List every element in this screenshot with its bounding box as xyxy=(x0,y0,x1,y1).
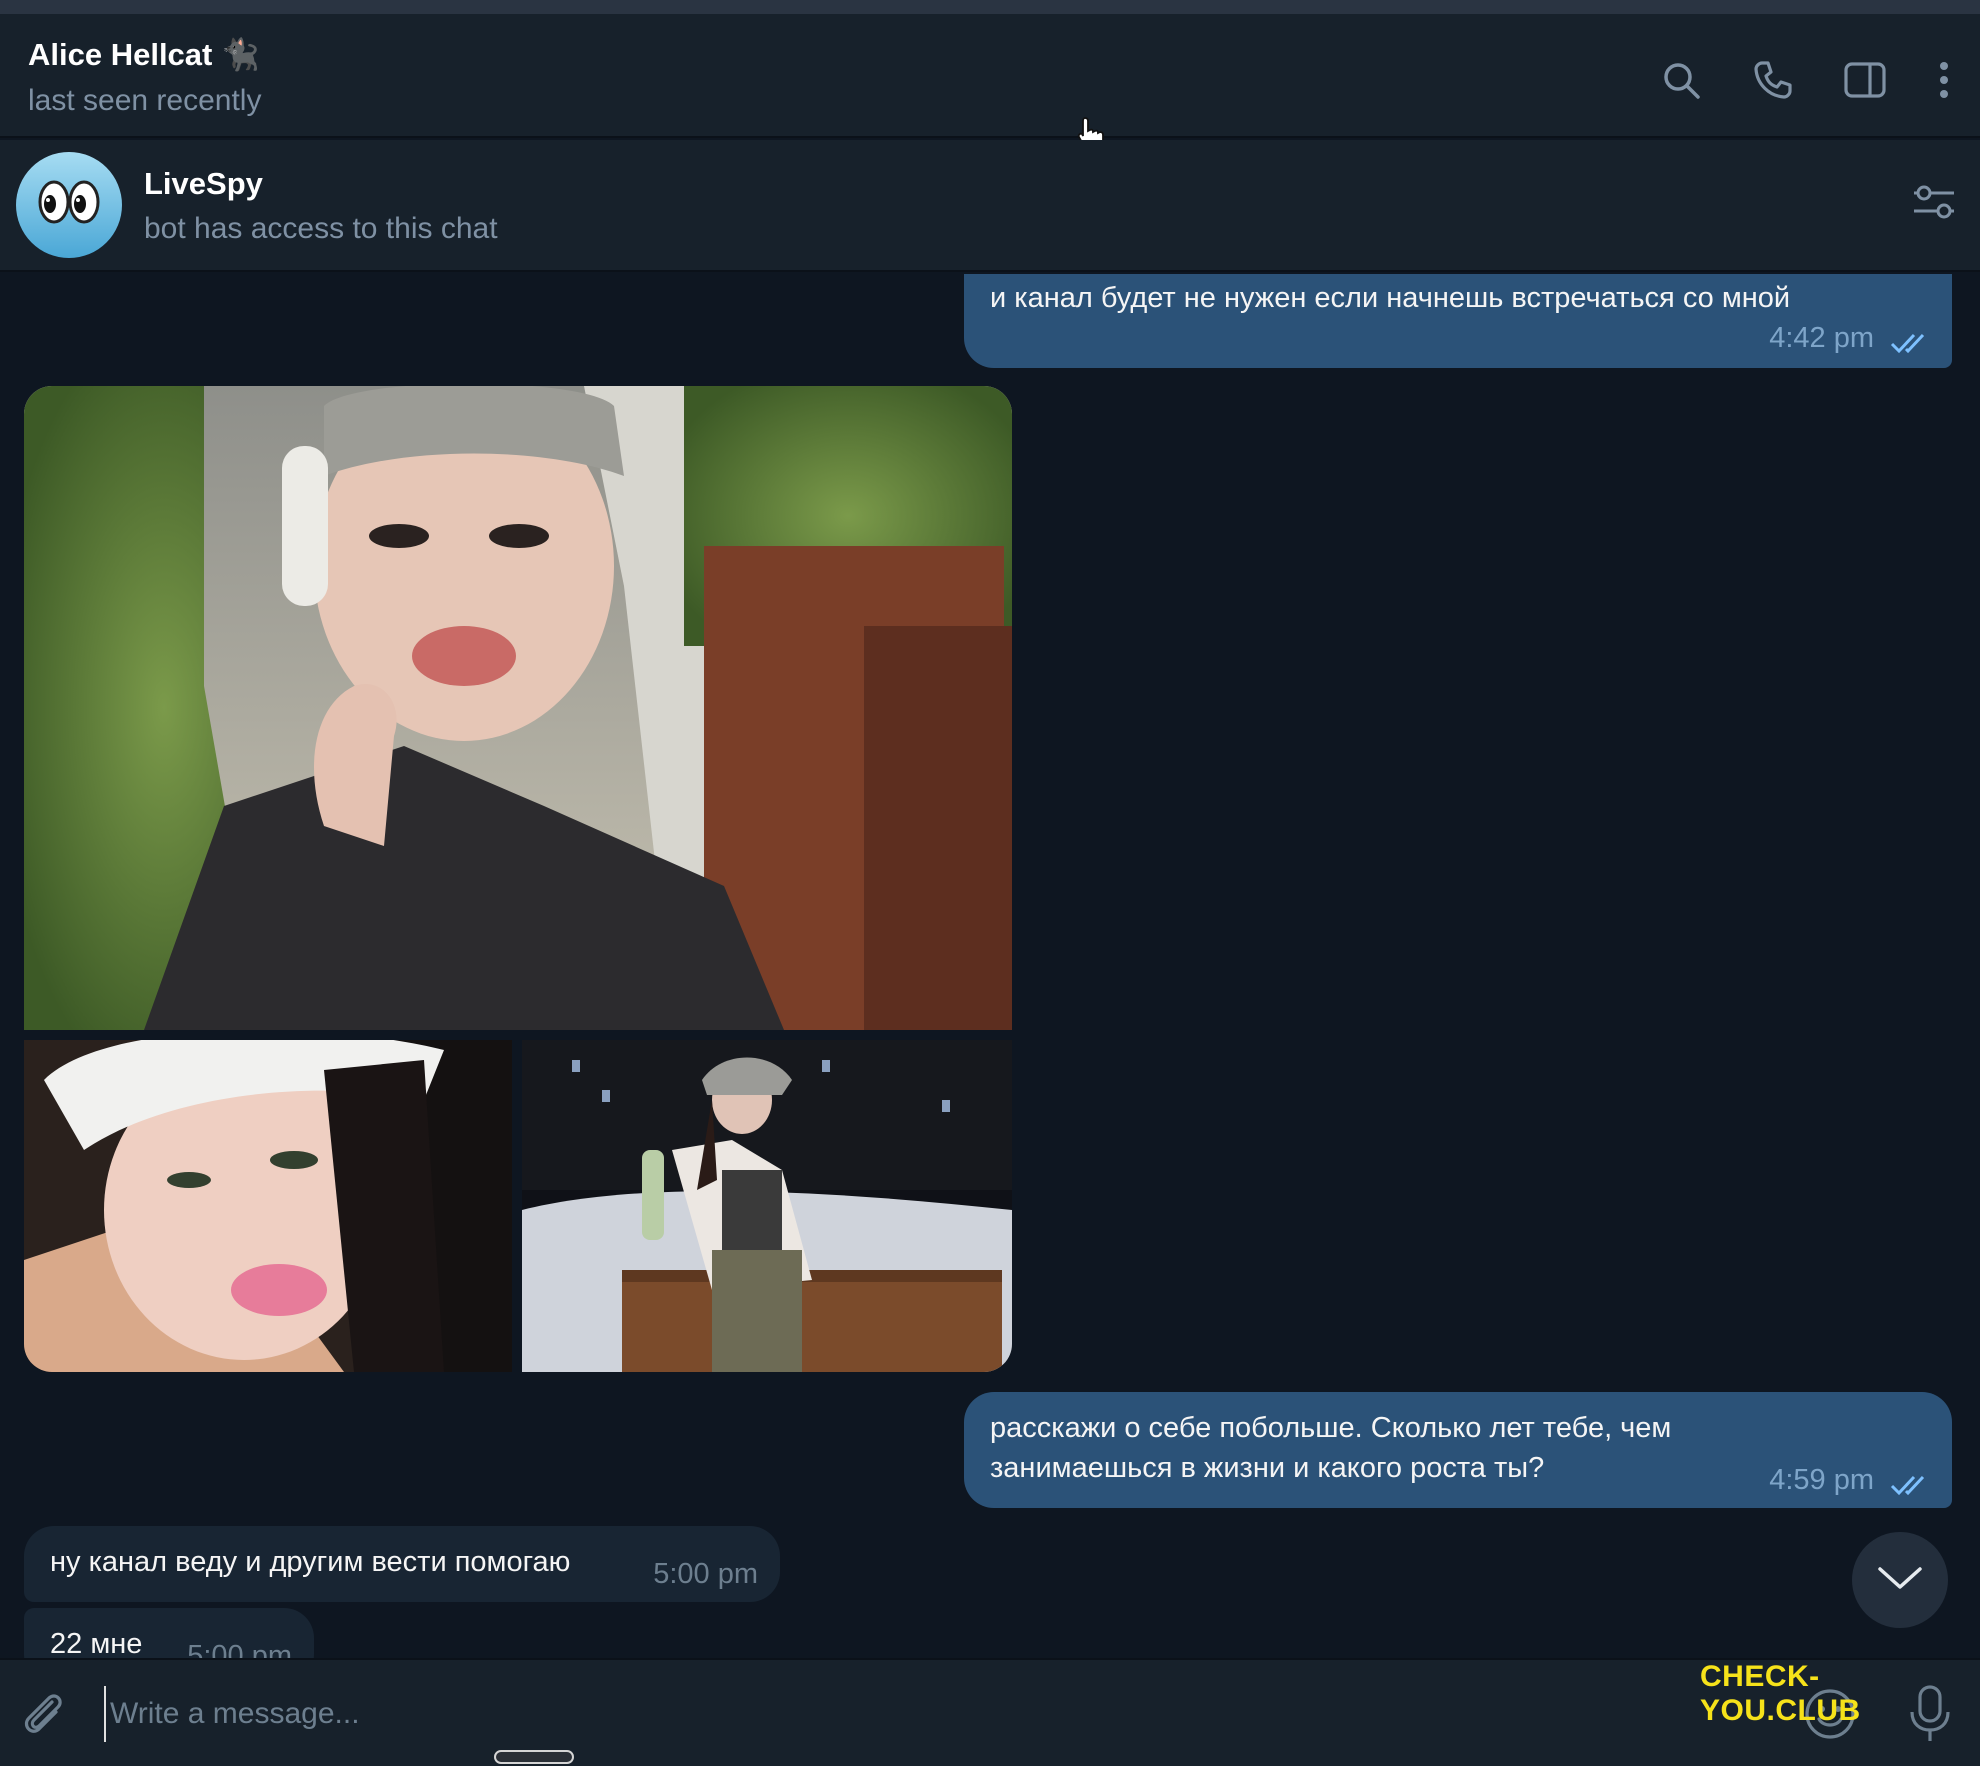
message-time: 5:00 pm xyxy=(187,1640,292,1658)
sidebar-toggle-icon[interactable] xyxy=(1842,57,1888,103)
message-text: 22 мне xyxy=(50,1628,143,1658)
message-composer xyxy=(0,1658,1980,1766)
message-text: и канал будет не нужен если начнешь встр… xyxy=(990,282,1791,314)
home-indicator xyxy=(494,1750,574,1764)
phone-icon[interactable] xyxy=(1750,57,1796,103)
message-time: 4:59 pm xyxy=(1769,1464,1874,1496)
chat-header[interactable]: Alice Hellcat 🐈‍⬛ last seen recently xyxy=(0,14,1980,138)
photo-selfie-cap[interactable] xyxy=(24,1040,512,1372)
more-vertical-icon[interactable] xyxy=(1934,57,1954,103)
photo-night-bench[interactable] xyxy=(522,1040,1012,1372)
telegram-window: Alice Hellcat 🐈‍⬛ last seen recently xyxy=(0,0,1980,1766)
double-check-icon xyxy=(1890,326,1934,366)
chevron-down-icon xyxy=(1877,1565,1923,1596)
paperclip-icon[interactable] xyxy=(18,1688,68,1743)
search-icon[interactable] xyxy=(1658,57,1704,103)
double-check-icon xyxy=(1890,1468,1934,1508)
scroll-to-bottom-button[interactable] xyxy=(1852,1532,1948,1628)
bot-access-subtitle: bot has access to this chat xyxy=(144,212,498,245)
header-actions xyxy=(1658,52,1954,108)
window-top-strip xyxy=(0,0,1980,14)
message-incoming[interactable]: ну канал веду и другим вести помогаю 5:0… xyxy=(24,1526,780,1602)
message-list[interactable]: и канал будет не нужен если начнешь встр… xyxy=(0,274,1980,1658)
message-outgoing[interactable]: и канал будет не нужен если начнешь встр… xyxy=(964,274,1952,368)
bot-avatar[interactable] xyxy=(16,152,122,258)
photo-selfie-headphones[interactable] xyxy=(24,386,1012,1030)
bot-name[interactable]: LiveSpy xyxy=(144,166,263,202)
message-outgoing[interactable]: расскажи о себе побольше. Сколько лет те… xyxy=(964,1392,1952,1508)
message-text: расскажи о себе побольше. Сколько лет те… xyxy=(990,1412,1672,1484)
watermark-text: CHECK-YOU.CLUB xyxy=(1700,1660,1861,1727)
message-text: ну канал веду и другим вести помогаю xyxy=(50,1546,571,1578)
message-time: 4:42 pm xyxy=(1769,322,1874,354)
message-incoming[interactable]: 22 мне 5:00 pm xyxy=(24,1608,314,1658)
chat-title[interactable]: Alice Hellcat 🐈‍⬛ xyxy=(28,36,260,73)
chat-status: last seen recently xyxy=(28,84,262,117)
message-input[interactable] xyxy=(104,1686,1704,1742)
photo-album[interactable] xyxy=(24,386,1012,1372)
sliders-icon[interactable] xyxy=(1912,182,1956,227)
bot-access-bar[interactable]: LiveSpy bot has access to this chat xyxy=(0,140,1980,272)
message-time: 5:00 pm xyxy=(653,1558,758,1590)
